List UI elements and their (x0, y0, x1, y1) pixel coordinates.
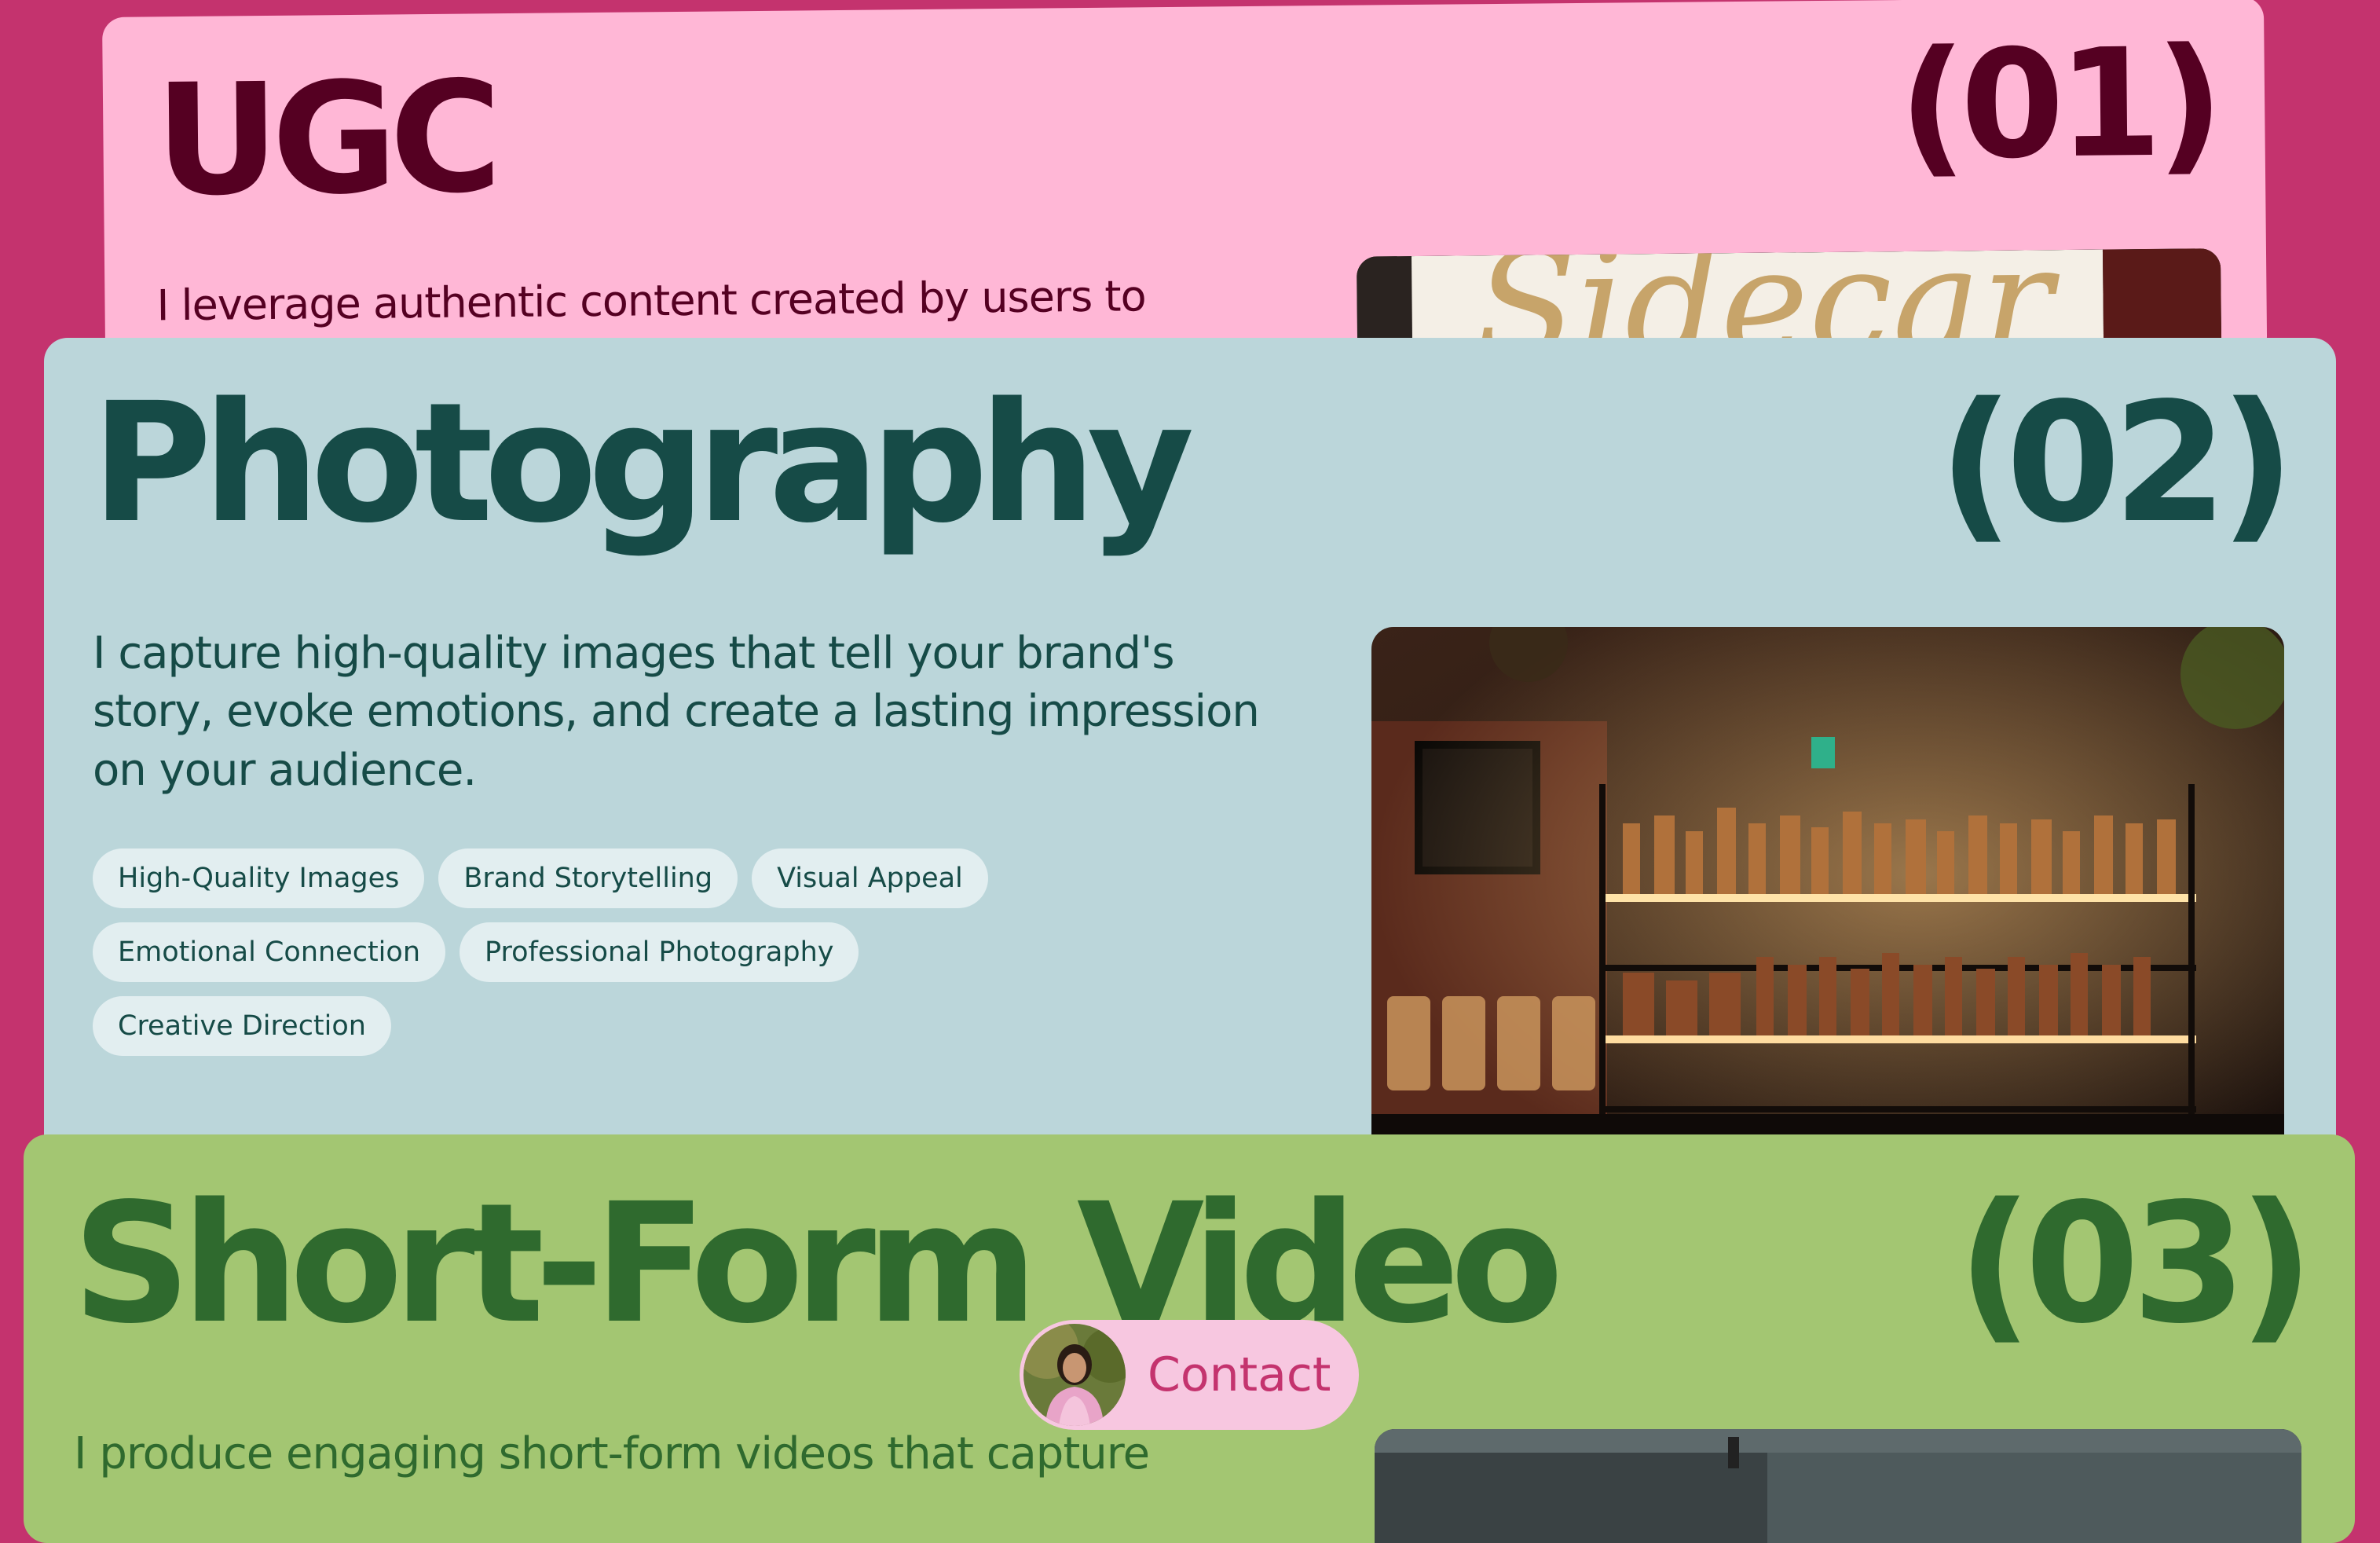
service-description: I leverage authentic content created by … (156, 271, 1146, 331)
service-title: Short-Form Video (72, 1167, 1564, 1360)
tag: High-Quality Images (93, 848, 425, 908)
tag-list: High-Quality Images Brand Storytelling V… (93, 848, 1035, 1056)
tag: Brand Storytelling (438, 848, 738, 908)
service-image (1371, 627, 2284, 1177)
tag: Professional Photography (460, 922, 859, 982)
service-title: Photography (91, 367, 1195, 559)
contact-label: Contact (1148, 1347, 1331, 1402)
tag: Creative Direction (93, 996, 391, 1056)
tag: Emotional Connection (93, 922, 445, 982)
service-description: I capture high-quality images that tell … (93, 628, 1260, 796)
service-title: UGC (154, 48, 496, 230)
contact-button[interactable]: Contact (1020, 1320, 1359, 1430)
service-card-ugc: UGC (01) I leverage authentic content cr… (102, 0, 2268, 379)
tag: Visual Appeal (752, 848, 988, 908)
service-description: I produce engaging short-form videos tha… (74, 1428, 1150, 1479)
service-card-photography: Photography (02) I capture high-quality … (44, 338, 2336, 1186)
avatar (1023, 1324, 1126, 1426)
service-number: (02) (1938, 367, 2295, 559)
service-number: (01) (1898, 16, 2219, 193)
service-number: (03) (1957, 1167, 2314, 1360)
service-image (1375, 1429, 2301, 1543)
